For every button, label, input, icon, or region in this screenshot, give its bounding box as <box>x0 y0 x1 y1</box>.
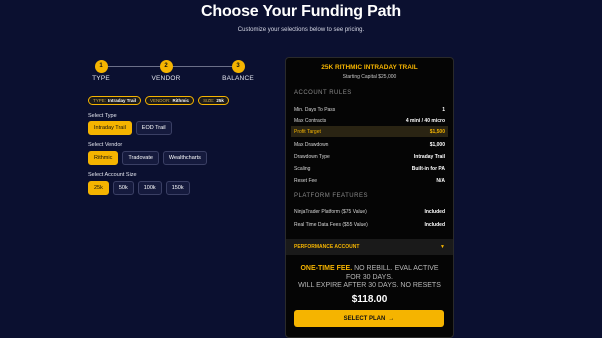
option-intraday-trail[interactable]: Intraday Trail <box>88 121 132 135</box>
select-type-label: Select Type <box>88 113 117 119</box>
selection-chips: TYPE: Intraday Trail VENDOR: Rithmic SIZE:… <box>88 96 229 105</box>
caret-down-icon: ▼ <box>440 244 445 250</box>
page-title: Choose Your Funding Path <box>201 3 401 20</box>
rule-row: Scaling Built-in for PA <box>291 163 448 174</box>
account-rules-heading: ACCOUNT RULES <box>294 90 352 96</box>
select-vendor-label: Select Vendor <box>88 142 123 148</box>
select-size-label: Select Account Size <box>88 172 137 178</box>
fee-line1: NO REBILL. EVAL ACTIVE <box>352 265 439 272</box>
rule-row: Reset Fee N/A <box>291 175 448 186</box>
option-50k[interactable]: 50k <box>112 181 134 195</box>
rule-key: Profit Target <box>294 128 321 135</box>
step-vendor[interactable]: 2 VENDOR <box>146 60 186 82</box>
chip-vendor: VENDOR: Rithmic <box>145 96 195 105</box>
option-wealthcharts[interactable]: Wealthcharts <box>162 151 207 165</box>
chip-key: VENDOR: <box>150 98 171 103</box>
feature-value: Included <box>424 208 445 215</box>
platform-features-heading: PLATFORM FEATURES <box>294 193 368 199</box>
rule-row: Min. Days To Pass 1 <box>291 104 448 115</box>
rule-value: $1,500 <box>429 128 445 135</box>
chip-key: SIZE: <box>203 98 215 103</box>
rule-value: N/A <box>436 177 445 184</box>
feature-key: NinjaTrader Platform ($75 Value) <box>294 208 367 215</box>
option-25k[interactable]: 25k <box>88 181 109 195</box>
type-options: Intraday Trail EOD Trail <box>88 121 172 135</box>
option-150k[interactable]: 150k <box>165 181 190 195</box>
chip-key: TYPE: <box>93 98 107 103</box>
rule-value: 1 <box>442 106 445 113</box>
step-label: BALANCE <box>222 75 254 82</box>
page-subtitle: Customize your selections below to see p… <box>237 27 365 33</box>
chip-value: Intraday Trail <box>108 98 137 103</box>
arrow-right-icon: → <box>388 315 395 322</box>
starting-capital: Starting Capital $25,000 <box>342 74 397 80</box>
step-progress: 1 TYPE 2 VENDOR 3 BALANCE <box>88 60 258 86</box>
plan-price: $118.00 <box>351 294 388 305</box>
step-number: 1 <box>94 60 108 73</box>
feature-row: Real Time Data Fees ($55 Value) Included <box>291 219 448 230</box>
step-number: 3 <box>231 60 245 73</box>
performance-account-label: PERFORMANCE ACCOUNT <box>294 244 360 250</box>
rule-row: Max Contracts 4 mini / 40 micro <box>291 115 448 126</box>
step-balance[interactable]: 3 BALANCE <box>218 60 258 82</box>
rule-value: 4 mini / 40 micro <box>405 117 445 124</box>
feature-value: Included <box>424 221 445 228</box>
feature-key: Real Time Data Fees ($55 Value) <box>294 221 368 228</box>
size-options: 25k 50k 100k 150k <box>88 181 190 195</box>
rule-key: Scaling <box>294 165 311 172</box>
rule-key: Reset Fee <box>294 177 318 184</box>
performance-account-toggle[interactable]: PERFORMANCE ACCOUNT ▼ <box>286 239 453 255</box>
rule-key: Max Contracts <box>294 117 327 124</box>
rule-key: Max Drawdown <box>294 141 329 148</box>
step-label: VENDOR <box>151 75 181 82</box>
rule-value: Built-in for PA <box>411 165 445 172</box>
fee-description: ONE-TIME FEE. NO REBILL. EVAL ACTIVE FOR… <box>286 265 453 291</box>
option-100k[interactable]: 100k <box>137 181 162 195</box>
rule-value: Intraday Trail <box>413 153 445 160</box>
vendor-options: Rithmic Tradovate Wealthcharts <box>88 151 207 165</box>
plan-summary-panel: 25K RITHMIC INTRADAY TRAIL Starting Capi… <box>285 57 454 338</box>
rule-row: Drawdown Type Intraday Trail <box>291 151 448 162</box>
rule-value: $1,000 <box>429 141 445 148</box>
option-rithmic[interactable]: Rithmic <box>88 151 119 165</box>
chip-value: Rithmic <box>172 98 190 103</box>
step-label: TYPE <box>92 75 110 82</box>
fee-line2: FOR 30 DAYS. <box>346 273 393 281</box>
feature-row: NinjaTrader Platform ($75 Value) Included <box>291 206 448 217</box>
fee-highlight: ONE-TIME FEE. <box>300 265 353 272</box>
fee-line3: WILL EXPIRE AFTER 30 DAYS. NO RESETS <box>298 282 441 289</box>
plan-title: 25K RITHMIC INTRADAY TRAIL <box>321 64 418 71</box>
rule-row: Max Drawdown $1,000 <box>291 139 448 150</box>
chip-type: TYPE: Intraday Trail <box>88 96 142 105</box>
option-eod-trail[interactable]: EOD Trail <box>135 121 172 135</box>
select-plan-button[interactable]: SELECT PLAN → <box>294 310 444 327</box>
option-tradovate[interactable]: Tradovate <box>122 151 159 165</box>
rule-key: Drawdown Type <box>294 153 330 160</box>
rule-key: Min. Days To Pass <box>294 106 336 113</box>
rule-row-profit-target: Profit Target $1,500 <box>291 126 448 137</box>
step-type[interactable]: 1 TYPE <box>81 60 121 82</box>
step-number: 2 <box>159 60 173 73</box>
chip-size: SIZE: 25k <box>198 96 229 105</box>
select-plan-label: SELECT PLAN <box>343 315 386 322</box>
chip-value: 25k <box>216 98 224 103</box>
